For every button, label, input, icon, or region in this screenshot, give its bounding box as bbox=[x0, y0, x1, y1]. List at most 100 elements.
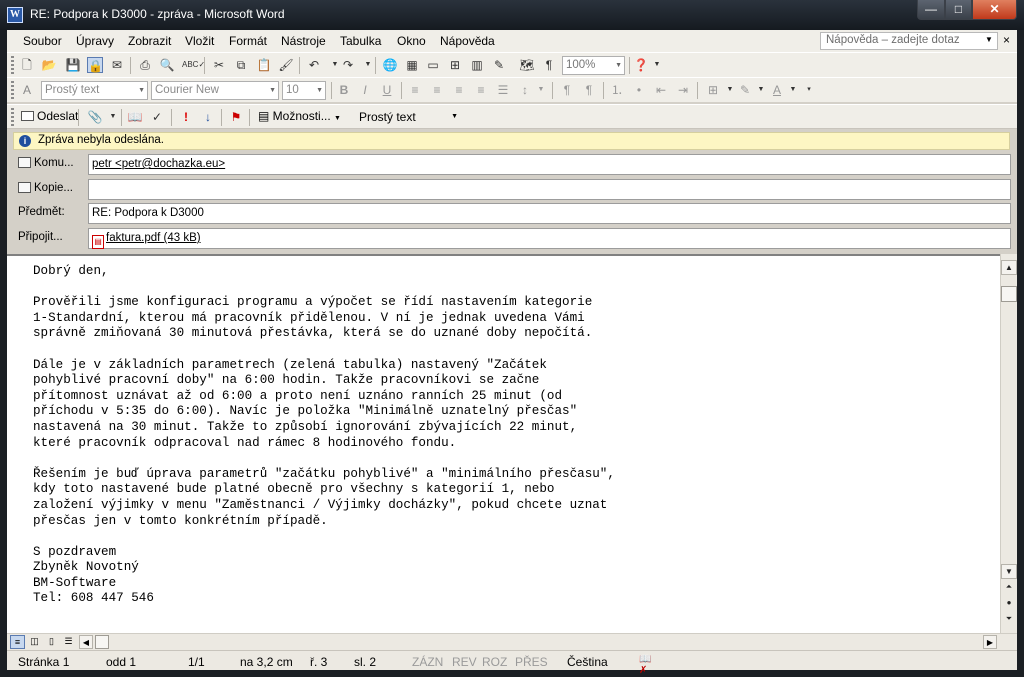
open-icon[interactable]: 📂 bbox=[41, 57, 57, 73]
border-icon[interactable]: ⊞ bbox=[705, 82, 721, 98]
border-dropdown-icon[interactable]: ▼ bbox=[722, 82, 738, 98]
options-button[interactable]: ▤ Možnosti... ▼ bbox=[258, 109, 341, 123]
font-size-combo[interactable]: 10 ▼ bbox=[282, 81, 326, 100]
style-combo[interactable]: Prostý text ▼ bbox=[41, 81, 148, 100]
cc-field[interactable] bbox=[88, 179, 1011, 200]
horizontal-scroll-thumb[interactable] bbox=[95, 635, 109, 649]
scroll-right-icon[interactable]: ▶ bbox=[983, 635, 997, 649]
close-button[interactable]: ✕ bbox=[972, 0, 1017, 20]
menu-upravy[interactable]: Úpravy bbox=[76, 34, 114, 48]
menu-tabulka[interactable]: Tabulka bbox=[340, 34, 381, 48]
help-search-input[interactable]: Nápověda – zadejte dotaz bbox=[820, 32, 998, 50]
to-field[interactable]: petr <petr@dochazka.eu> bbox=[88, 154, 1011, 175]
menu-format[interactable]: Formát bbox=[229, 34, 267, 48]
line-spacing-icon[interactable]: ↕ bbox=[517, 82, 533, 98]
message-body[interactable]: Dobrý den, Prověřili jsme konfiguraci pr… bbox=[7, 254, 1000, 633]
cut-icon[interactable]: ✂ bbox=[211, 57, 227, 73]
distributed-icon[interactable]: ☰ bbox=[495, 82, 511, 98]
high-importance-icon[interactable]: ! bbox=[178, 109, 194, 125]
to-button[interactable]: Komu... bbox=[18, 157, 74, 169]
save-icon[interactable]: 💾 bbox=[65, 57, 81, 73]
underline-icon[interactable]: U bbox=[379, 82, 395, 98]
spelling-icon[interactable]: ABC✓ bbox=[182, 57, 205, 73]
bullets-icon[interactable]: • bbox=[631, 82, 647, 98]
redo-icon[interactable]: ↷ bbox=[340, 57, 356, 73]
numbering-icon[interactable]: ⒈ bbox=[609, 82, 625, 98]
send-button[interactable]: Odeslat bbox=[21, 109, 78, 123]
minimize-button[interactable]: — bbox=[917, 0, 945, 20]
drawing-icon[interactable]: ✎ bbox=[491, 57, 507, 73]
show-formatting-icon[interactable]: ¶ bbox=[541, 57, 557, 73]
menu-nastroje[interactable]: Nástroje bbox=[281, 34, 326, 48]
align-left-icon[interactable]: ≡ bbox=[407, 82, 423, 98]
font-color-dropdown-icon[interactable]: ▼ bbox=[785, 82, 801, 98]
highlight-icon[interactable]: ✎ bbox=[737, 82, 753, 98]
web-layout-icon[interactable]: ◫ bbox=[27, 635, 42, 649]
address-book-icon[interactable]: 📖 bbox=[127, 109, 143, 125]
status-language[interactable]: Čeština bbox=[567, 655, 608, 669]
paste-icon[interactable]: 📋 bbox=[256, 57, 272, 73]
spelling-status-icon[interactable]: 📖✗ bbox=[639, 654, 659, 676]
browse-object-icon[interactable]: ● bbox=[1001, 596, 1017, 611]
attach-label[interactable]: Připojit... bbox=[18, 231, 63, 243]
italic-icon[interactable]: I bbox=[357, 82, 373, 98]
bold-icon[interactable]: B bbox=[336, 82, 352, 98]
print-icon[interactable]: ⎙ bbox=[137, 57, 153, 73]
previous-page-icon[interactable]: ⏶ bbox=[1001, 580, 1017, 595]
columns-icon[interactable]: ▥ bbox=[469, 57, 485, 73]
normal-view-icon[interactable]: ≡ bbox=[10, 635, 25, 649]
print-layout-icon[interactable]: ▯ bbox=[44, 635, 59, 649]
document-map-icon[interactable]: 🗺 bbox=[519, 57, 535, 73]
tables-borders-icon[interactable]: ▦ bbox=[404, 57, 420, 73]
styles-pane-icon[interactable]: A bbox=[19, 82, 35, 98]
decrease-indent-icon[interactable]: ⇤ bbox=[653, 82, 669, 98]
message-text[interactable]: Dobrý den, Prověřili jsme konfiguraci pr… bbox=[33, 264, 615, 607]
toolbar-options-icon[interactable]: ▾ bbox=[801, 82, 817, 98]
scroll-up-icon[interactable]: ▲ bbox=[1001, 260, 1017, 275]
menu-napoveda[interactable]: Nápověda bbox=[440, 34, 495, 48]
format-painter-icon[interactable]: 🖌 bbox=[278, 57, 294, 73]
insert-table-icon[interactable]: ▭ bbox=[425, 57, 441, 73]
message-format-combo[interactable]: Prostý text ▼ bbox=[356, 108, 461, 127]
close-document-button[interactable]: × bbox=[1003, 33, 1010, 47]
email-icon[interactable]: ✉ bbox=[109, 57, 125, 73]
menu-soubor[interactable]: Soubor bbox=[23, 34, 62, 48]
menu-okno[interactable]: Okno bbox=[397, 34, 426, 48]
maximize-button[interactable]: □ bbox=[945, 0, 972, 20]
flag-icon[interactable]: ⚑ bbox=[228, 109, 244, 125]
next-page-icon[interactable]: ⏷ bbox=[1001, 612, 1017, 627]
scroll-thumb[interactable] bbox=[1001, 286, 1017, 302]
toolbar-grip[interactable] bbox=[11, 56, 14, 74]
subject-field[interactable]: RE: Podpora k D3000 bbox=[88, 203, 1011, 224]
rtl-icon[interactable]: ¶ bbox=[581, 82, 597, 98]
vertical-scrollbar[interactable]: ▲ ▼ ⏶ ● ⏷ bbox=[1000, 254, 1017, 633]
print-preview-icon[interactable]: 🔍 bbox=[159, 57, 175, 73]
to-recipient[interactable]: petr <petr@dochazka.eu> bbox=[92, 158, 225, 170]
cc-button[interactable]: Kopie... bbox=[18, 182, 73, 194]
new-doc-icon[interactable]: 🗋 bbox=[19, 57, 35, 73]
highlight-dropdown-icon[interactable]: ▼ bbox=[753, 82, 769, 98]
undo-icon[interactable]: ↶ bbox=[306, 57, 322, 73]
attach-field[interactable]: ▤ faktura.pdf (43 kB) bbox=[88, 228, 1011, 249]
justify-icon[interactable]: ≡ bbox=[473, 82, 489, 98]
menu-vlozit[interactable]: Vložit bbox=[185, 34, 214, 48]
check-names-icon[interactable]: ✓ bbox=[149, 109, 165, 125]
permission-icon[interactable]: 🔒 bbox=[87, 57, 103, 73]
attachment-link[interactable]: faktura.pdf (43 kB) bbox=[106, 232, 201, 244]
help-dropdown-icon[interactable]: ▼ bbox=[985, 35, 993, 44]
copy-icon[interactable]: ⧉ bbox=[233, 57, 249, 73]
outline-view-icon[interactable]: ☰ bbox=[61, 635, 76, 649]
status-overtype[interactable]: PŘES bbox=[515, 655, 548, 669]
line-spacing-dropdown-icon[interactable]: ▼ bbox=[533, 82, 549, 98]
help-dropdown-arrow-icon[interactable]: ▼ bbox=[649, 57, 665, 73]
toolbar-grip[interactable] bbox=[11, 81, 14, 99]
scroll-left-icon[interactable]: ◀ bbox=[79, 635, 93, 649]
attach-icon[interactable]: 📎 bbox=[87, 109, 103, 125]
help-icon[interactable]: ❓ bbox=[633, 57, 649, 73]
low-importance-icon[interactable]: ↓ bbox=[200, 109, 216, 125]
redo-dropdown-icon[interactable]: ▼ bbox=[360, 57, 376, 73]
align-right-icon[interactable]: ≡ bbox=[451, 82, 467, 98]
hyperlink-icon[interactable]: 🌐 bbox=[382, 57, 398, 73]
zoom-combo[interactable]: 100% ▼ bbox=[562, 56, 625, 75]
status-extend[interactable]: ROZ bbox=[482, 655, 507, 669]
